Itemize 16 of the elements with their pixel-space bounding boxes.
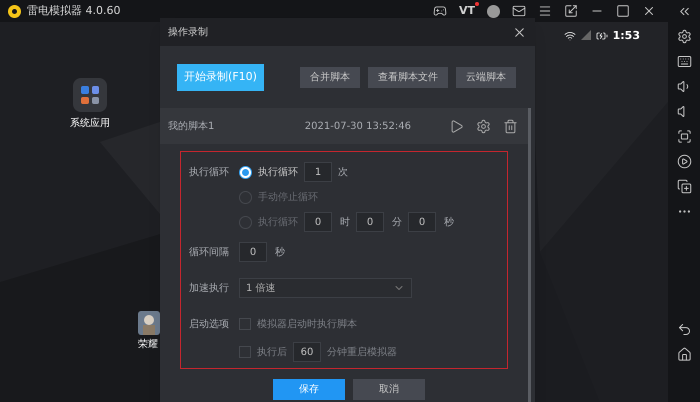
record-icon[interactable]	[676, 154, 692, 169]
mail-icon[interactable]	[512, 4, 526, 18]
back-icon[interactable]	[676, 322, 692, 337]
keyboard-icon[interactable]	[676, 54, 692, 69]
resize-icon[interactable]	[564, 4, 578, 18]
add-window-icon[interactable]	[676, 179, 692, 194]
close-icon[interactable]	[642, 4, 656, 18]
settings-icon[interactable]	[676, 29, 692, 44]
avatar-icon[interactable]	[487, 4, 500, 18]
app-title: 雷电模拟器 4.0.60	[27, 2, 120, 19]
logo-icon	[8, 4, 21, 18]
menu-icon[interactable]	[538, 4, 552, 18]
home-icon[interactable]	[676, 347, 692, 362]
maximize-icon[interactable]	[616, 4, 630, 18]
screenshot-icon[interactable]	[676, 129, 692, 144]
gamepad-icon[interactable]	[432, 4, 447, 18]
